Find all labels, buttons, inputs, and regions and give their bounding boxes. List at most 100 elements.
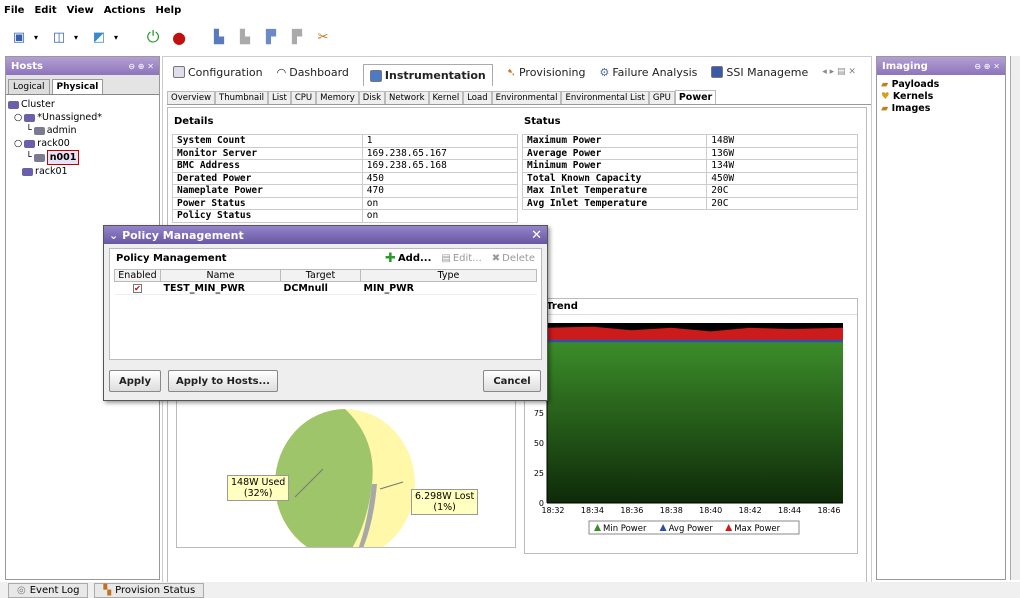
tab-label: SSI Manageme (726, 65, 809, 79)
tab-logical[interactable]: Logical (8, 79, 50, 94)
details-table: System Count 1 Monitor Server 169.238.65.16… (172, 134, 519, 223)
tab-scroll-controls[interactable]: ◂ ▸ ▤ ✕ (822, 67, 856, 77)
cancel-button[interactable]: Cancel (483, 370, 541, 392)
imaging-panel: Imaging ⊖ ⊕ ✕ ▰ Payloads ♥ Kernels ▰ Ima… (876, 56, 1006, 580)
subtab-network[interactable]: Network (385, 91, 429, 104)
status-table: Maximum Power 148W Average Power 136W Minimu… (521, 134, 858, 210)
add-group-icon[interactable]: ▛ (260, 26, 282, 48)
edit-policy-button[interactable]: ▤ Edit... (441, 251, 481, 266)
delete-policy-button[interactable]: ✖ Delete (492, 251, 535, 266)
status-row: Avg Inlet Temperature 20C (521, 196, 858, 210)
dialog-title-bar: ⌄ Policy Management ✕ (104, 226, 547, 244)
event-log-icon: ◎ (17, 584, 26, 596)
y-tick-label: 75 (534, 409, 544, 418)
col-target[interactable]: Target (280, 269, 361, 282)
subtab-load[interactable]: Load (463, 91, 492, 104)
view-icon[interactable]: ◩ (88, 26, 110, 48)
tab-event-log[interactable]: ◎ Event Log (8, 582, 89, 598)
tab-provisioning[interactable]: ➷ Provisioning (507, 66, 586, 79)
subtab-list[interactable]: List (268, 91, 291, 104)
tab-label: Instrumentation (384, 69, 486, 82)
tab-provision-status[interactable]: ▚ Provision Status (94, 582, 205, 598)
x-tick-label: 18:32 (541, 506, 564, 515)
tab-failure-analysis[interactable]: ⚙ Failure Analysis (599, 66, 697, 79)
tree-label: Kernels (892, 91, 934, 102)
subtab-environmental[interactable]: Environmental (491, 91, 562, 104)
enabled-checkbox[interactable]: ✔ (133, 283, 142, 293)
add-policy-button[interactable]: ✚ Add... (385, 251, 431, 266)
col-name[interactable]: Name (160, 269, 281, 282)
details-value: 169.238.65.168 (361, 159, 519, 173)
tab-configuration[interactable]: Configuration (173, 66, 263, 79)
tab-ssi-management[interactable]: SSI Manageme (711, 66, 808, 79)
subtab-disk[interactable]: Disk (358, 91, 385, 104)
subtab-overview[interactable]: Overview (167, 91, 216, 104)
subtab-kernel[interactable]: Kernel (428, 91, 464, 104)
close-icon[interactable]: ✕ (531, 228, 542, 243)
status-key: Average Power (521, 146, 708, 160)
subtab-cpu[interactable]: CPU (290, 91, 317, 104)
menu-file[interactable]: File (4, 5, 24, 16)
x-tick-label: 18:44 (778, 506, 801, 515)
tree-node-kernels[interactable]: ♥ Kernels (881, 91, 1001, 103)
tree-node-unassigned[interactable]: ○ *Unassigned* (8, 111, 157, 124)
add-host-icon[interactable]: ▙ (208, 26, 230, 48)
menu-view[interactable]: View (67, 5, 94, 16)
subtab-thumbnail[interactable]: Thumbnail (215, 91, 268, 104)
collapse-icon[interactable]: ⌄ (109, 229, 118, 242)
apply-to-hosts-button[interactable]: Apply to Hosts... (168, 370, 278, 392)
dialog-title: Policy Management (122, 228, 244, 242)
remove-host-icon[interactable]: ▙ (234, 26, 256, 48)
details-row: BMC Address 169.238.65.168 (172, 159, 519, 173)
edit-label: Edit... (452, 252, 482, 264)
subtab-environmental-list[interactable]: Environmental List (561, 91, 649, 104)
power-off-icon[interactable]: ● (168, 26, 190, 48)
subtab-power[interactable]: Power (674, 90, 717, 104)
tree-node-admin[interactable]: └ admin (8, 124, 157, 137)
policy-management-dialog: ⌄ Policy Management ✕ Policy Management … (103, 225, 548, 401)
tab-instrumentation[interactable]: Instrumentation (362, 64, 493, 86)
status-key: Avg Inlet Temperature (521, 196, 708, 210)
hosts-panel-title: Hosts ⊖ ⊕ ✕ (6, 57, 159, 75)
tree-node-images[interactable]: ▰ Images (881, 103, 1001, 115)
cluster-icon (8, 100, 19, 109)
new-window-icon[interactable]: ▣ (8, 26, 30, 48)
col-enabled[interactable]: Enabled (114, 269, 161, 282)
apply-button[interactable]: Apply (109, 370, 161, 392)
tab-label: Failure Analysis (612, 65, 698, 79)
chevron-down-icon[interactable]: ▾ (74, 33, 78, 42)
panel-controls-icon[interactable]: ⊖ ⊕ ✕ (974, 62, 1000, 71)
details-value: 450 (361, 171, 519, 185)
chevron-down-icon[interactable]: ▾ (114, 33, 118, 42)
subtab-memory[interactable]: Memory (316, 91, 359, 104)
bottom-bar: ◎ Event Log ▚ Provision Status (0, 582, 1020, 598)
menu-edit[interactable]: Edit (34, 5, 56, 16)
table-row[interactable]: ✔ TEST_MIN_PWR DCMnull MIN_PWR (114, 281, 537, 295)
status-row: Maximum Power 148W (521, 134, 858, 148)
details-key: Power Status (172, 196, 363, 210)
menu-actions[interactable]: Actions (104, 5, 146, 16)
layout-icon[interactable]: ◫ (48, 26, 70, 48)
subtab-gpu[interactable]: GPU (648, 91, 675, 104)
tab-label: Provision Status (115, 584, 196, 596)
tab-physical[interactable]: Physical (51, 79, 104, 94)
tree-label: Cluster (21, 99, 55, 110)
chevron-down-icon[interactable]: ▾ (34, 33, 38, 42)
tree-node-n001[interactable]: └ n001 (8, 150, 157, 165)
tab-dashboard[interactable]: ◠ Dashboard (277, 66, 349, 79)
tree-node-rack01[interactable]: rack01 (8, 165, 157, 178)
details-value: on (361, 209, 519, 223)
status-value: 20C (706, 196, 858, 210)
tree-node-cluster[interactable]: Cluster (8, 98, 157, 111)
tree-node-rack00[interactable]: ○ rack00 (8, 137, 157, 150)
details-key: Monitor Server (172, 146, 363, 160)
details-value: on (361, 196, 519, 210)
power-icon[interactable]: ⏻ (142, 26, 164, 48)
menu-help[interactable]: Help (156, 5, 182, 16)
panel-controls-icon[interactable]: ⊖ ⊕ ✕ (128, 62, 154, 71)
col-type[interactable]: Type (360, 269, 537, 282)
remove-group-icon[interactable]: ▛ (286, 26, 308, 48)
tools-icon[interactable]: ✂ (312, 26, 334, 48)
tree-node-payloads[interactable]: ▰ Payloads (881, 79, 1001, 91)
imaging-tree: ▰ Payloads ♥ Kernels ▰ Images (877, 75, 1005, 119)
